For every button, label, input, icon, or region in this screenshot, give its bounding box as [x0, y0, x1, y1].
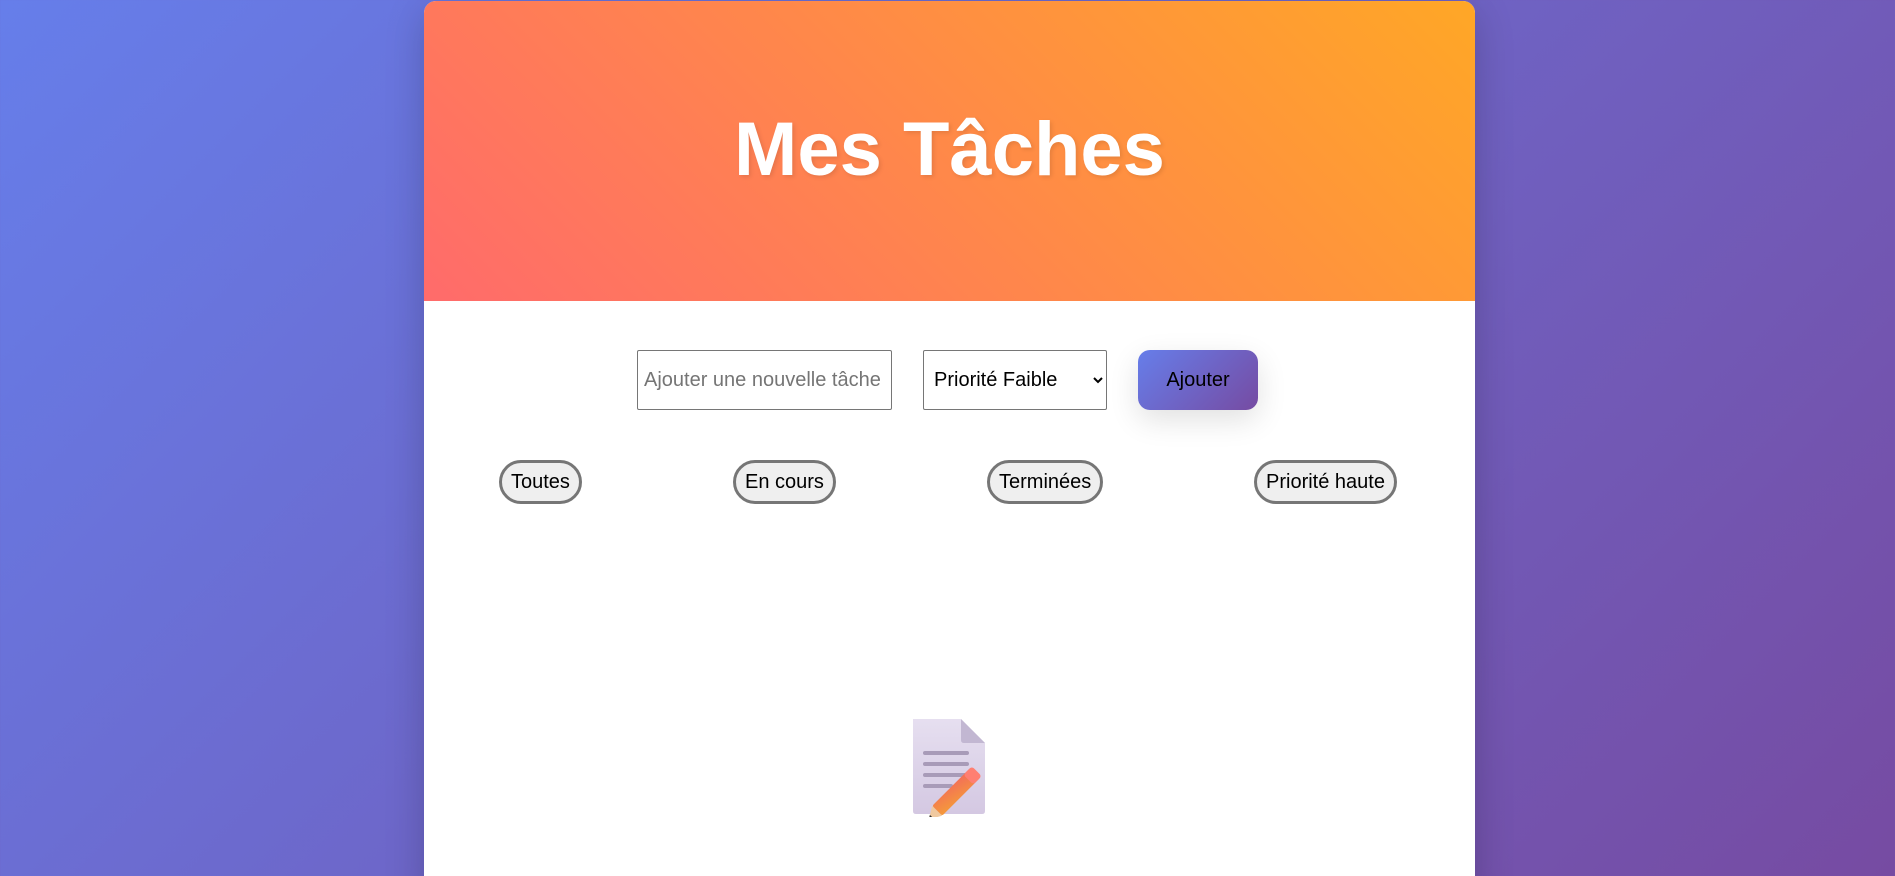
filter-completed-button[interactable]: Terminées: [987, 460, 1104, 504]
app-header: Mes Tâches: [424, 1, 1475, 301]
new-task-input[interactable]: [637, 350, 892, 410]
filter-high-priority-button[interactable]: Priorité haute: [1254, 460, 1397, 504]
todo-card: Mes Tâches Priorité Faible Ajouter Toute…: [424, 1, 1475, 876]
add-task-button[interactable]: Ajouter: [1138, 350, 1258, 410]
memo-icon: [909, 717, 991, 820]
priority-select[interactable]: Priorité Faible: [923, 350, 1107, 410]
add-task-form: Priorité Faible Ajouter: [424, 350, 1475, 410]
filter-all-button[interactable]: Toutes: [499, 460, 582, 504]
filter-in-progress-button[interactable]: En cours: [733, 460, 836, 504]
page-title: Mes Tâches: [734, 106, 1165, 192]
filter-bar: Toutes En cours Terminées Priorité haute: [424, 460, 1475, 504]
